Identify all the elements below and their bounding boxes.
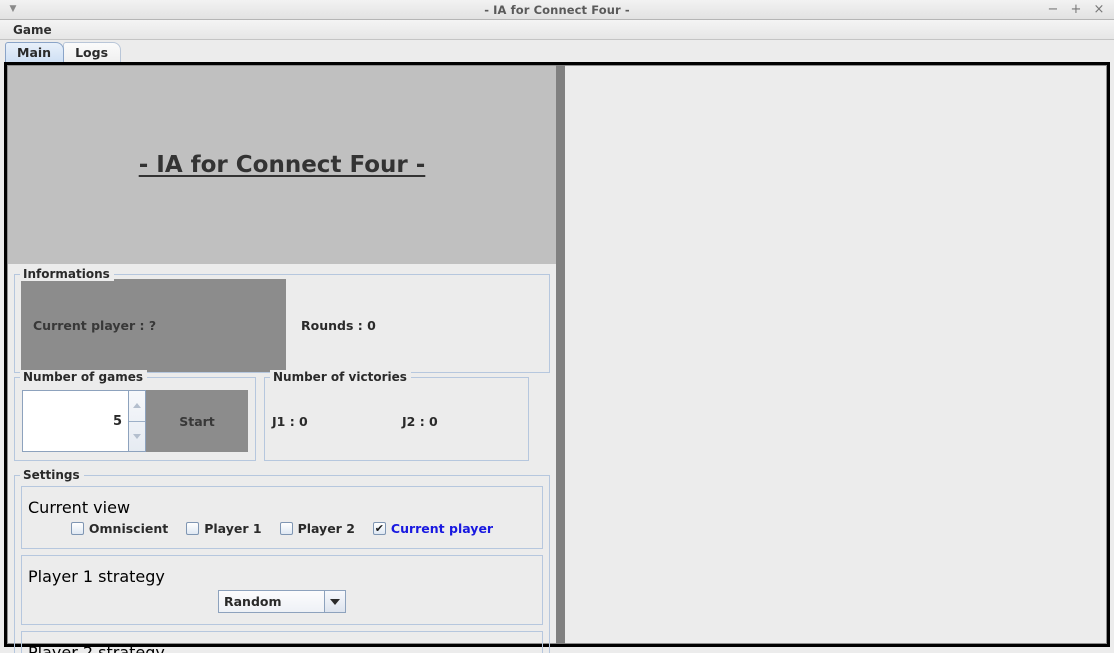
banner: - IA for Connect Four -	[8, 66, 556, 264]
tabstrip: Main Logs	[0, 40, 1114, 62]
rounds-panel: Rounds : 0	[286, 279, 543, 372]
current-player-panel: Current player : ?	[21, 279, 286, 372]
informations-row: Current player : ? Rounds : 0	[21, 279, 543, 372]
maximize-icon[interactable]: +	[1070, 3, 1082, 16]
player1-strategy-group: Player 1 strategy Random	[21, 555, 543, 625]
menubar: Game	[0, 20, 1114, 40]
settings-group: Settings Current view Omniscient Player …	[14, 468, 550, 653]
checkbox-current-player-box[interactable]: ✔	[372, 522, 386, 535]
checkbox-omniscient[interactable]: Omniscient	[70, 521, 169, 536]
checkbox-player-1[interactable]: Player 1	[186, 521, 262, 536]
window-title: - IA for Connect Four -	[484, 2, 630, 17]
tab-logs[interactable]: Logs	[63, 42, 122, 62]
checkbox-current-player-label: Current player	[390, 521, 494, 536]
settings-legend: Settings	[20, 468, 84, 482]
number-of-games-spinner[interactable]: 5	[22, 390, 146, 452]
player1-strategy-row: Random	[28, 586, 536, 617]
content-frame: - IA for Connect Four - Informations Cur…	[4, 62, 1110, 653]
caret-down-icon	[133, 433, 141, 439]
window-menu-icon[interactable]: ▼	[0, 0, 26, 20]
checkbox-player-1-label: Player 1	[204, 521, 262, 536]
player1-strategy-legend: Player 1 strategy	[28, 567, 165, 586]
menu-item-game[interactable]: Game	[8, 22, 57, 38]
number-of-games-group: Number of games 5 Start	[14, 370, 256, 461]
spinner-row: 5 Start	[22, 390, 248, 452]
victories-row: J1 : 0 J2 : 0	[272, 390, 521, 452]
close-icon[interactable]: ×	[1093, 3, 1105, 16]
spinner-decrement-button[interactable]	[129, 422, 145, 452]
check-icon: ✔	[374, 522, 385, 535]
rounds-label: Rounds : 0	[301, 318, 376, 333]
left-pane: - IA for Connect Four - Informations Cur…	[7, 65, 556, 653]
games-victories-row: Number of games 5 Start Number of victor…	[14, 370, 550, 461]
checkbox-player-2[interactable]: Player 2	[279, 521, 355, 536]
minimize-icon[interactable]: −	[1047, 3, 1059, 16]
page-title: - IA for Connect Four -	[138, 152, 426, 178]
spinner-increment-button[interactable]	[129, 391, 145, 422]
checkbox-player-2-label: Player 2	[297, 521, 355, 536]
number-of-games-legend: Number of games	[20, 370, 148, 384]
informations-legend: Informations	[20, 267, 114, 281]
current-view-group: Current view Omniscient Player 1 Player …	[21, 486, 543, 549]
player1-strategy-select[interactable]: Random	[218, 590, 346, 613]
checkbox-player-1-box[interactable]	[186, 522, 200, 535]
player1-strategy-value: Random	[224, 594, 282, 609]
player1-victories-label: J1 : 0	[272, 413, 308, 429]
start-button[interactable]: Start	[146, 390, 248, 452]
checkbox-omniscient-label: Omniscient	[88, 521, 169, 536]
informations-group: Informations Current player : ? Rounds :…	[14, 267, 550, 373]
game-board-pane	[565, 65, 1107, 644]
player2-strategy-group: Player 2 strategy Random	[21, 631, 543, 653]
number-of-victories-group: Number of victories J1 : 0 J2 : 0	[264, 370, 529, 461]
checkbox-omniscient-box[interactable]	[70, 522, 84, 535]
player2-victories-label: J2 : 0	[402, 413, 438, 429]
checkbox-current-player[interactable]: ✔ Current player	[372, 521, 494, 536]
caret-up-icon	[133, 403, 141, 409]
chevron-down-icon	[330, 598, 340, 605]
player1-strategy-dropdown-button[interactable]	[324, 591, 345, 612]
current-view-options: Omniscient Player 1 Player 2 ✔ Current p…	[28, 517, 536, 541]
number-of-victories-legend: Number of victories	[270, 370, 411, 384]
tab-main[interactable]: Main	[5, 42, 65, 62]
window-controls: − + ×	[1047, 3, 1114, 16]
window-titlebar: ▼ - IA for Connect Four - − + ×	[0, 0, 1114, 20]
spinner-buttons	[128, 391, 145, 451]
current-view-legend: Current view	[28, 498, 131, 517]
current-player-label: Current player : ?	[33, 318, 157, 333]
player2-strategy-legend: Player 2 strategy	[28, 643, 165, 653]
checkbox-player-2-box[interactable]	[279, 522, 293, 535]
number-of-games-input[interactable]: 5	[23, 391, 128, 451]
split-pane-divider[interactable]	[556, 65, 565, 644]
